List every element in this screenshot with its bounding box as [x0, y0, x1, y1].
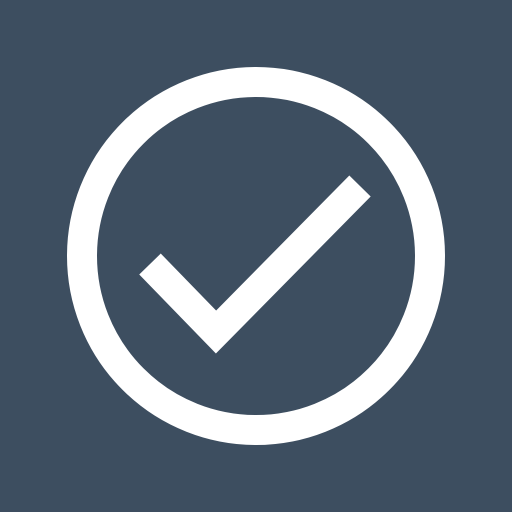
app-icon-canvas	[0, 0, 512, 512]
check-circle-icon	[0, 0, 512, 512]
